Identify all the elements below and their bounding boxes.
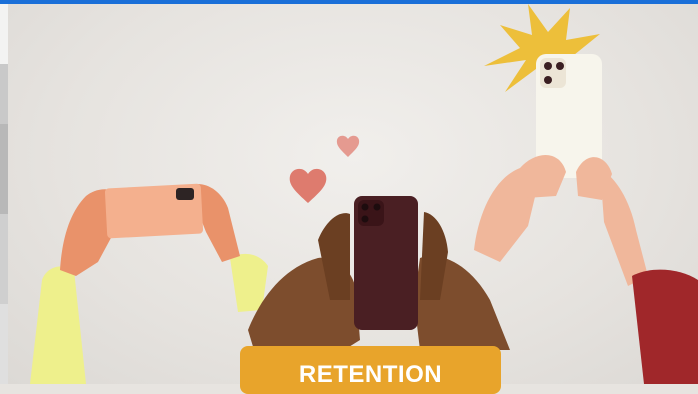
retention-button-label: RETENTION xyxy=(298,361,443,388)
left-hand-phone xyxy=(30,183,268,384)
heart-icon xyxy=(336,135,360,157)
center-hands-phone xyxy=(248,196,510,350)
heart-icon xyxy=(289,168,327,203)
right-hand-phone xyxy=(474,54,698,384)
retention-button[interactable]: RETENTION xyxy=(240,346,501,394)
hero-illustration xyxy=(30,4,698,384)
